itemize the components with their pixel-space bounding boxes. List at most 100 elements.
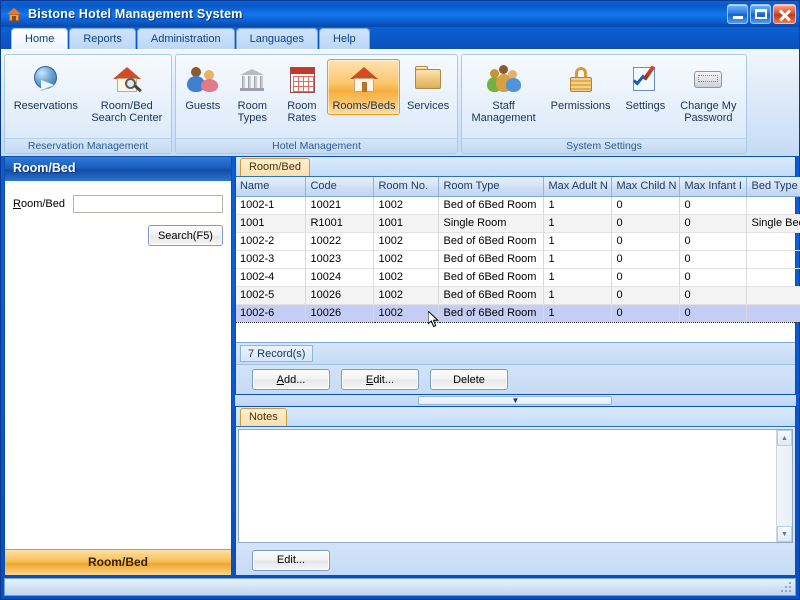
column-header-room-type[interactable]: Room Type (439, 177, 544, 196)
notes-panel: Notes ▲ ▼ Edit... (235, 406, 796, 576)
notes-tab-strip: Notes (236, 407, 795, 427)
notes-text[interactable] (239, 430, 776, 542)
house-magnifier-icon (109, 63, 145, 97)
table-cell-max-child: 0 (612, 250, 680, 268)
ribbon-button-settings[interactable]: Settings (621, 59, 671, 115)
ribbon-group-title-system-settings: System Settings (462, 138, 746, 153)
table-row[interactable]: 1002-6100261002Bed of 6Bed Room100 (236, 304, 800, 322)
table-cell-max-child: 0 (612, 232, 680, 250)
splitter-handle[interactable]: ▼ (418, 396, 612, 405)
edit-button[interactable]: Edit... (341, 369, 419, 390)
ribbon-group-reservation-management: Reservations Room/Bed Search Center Rese… (4, 54, 172, 154)
notes-button-bar: Edit... (236, 545, 795, 575)
ribbon-button-rooms-beds-label: Rooms/Beds (332, 100, 395, 112)
application-window: Bistone Hotel Management System Home Rep… (0, 0, 800, 600)
ribbon-button-guests[interactable]: Guests (179, 59, 227, 115)
table-cell-room-type: Single Room (439, 214, 544, 232)
ribbon-button-room-bed-search-center[interactable]: Room/Bed Search Center (86, 59, 167, 127)
ribbon-group-title-reservation-management: Reservation Management (5, 138, 171, 153)
maximize-button[interactable] (750, 4, 771, 24)
ribbon-group-hotel-management: Guests Room Types Room Rates Room (175, 54, 458, 154)
window-title: Bistone Hotel Management System (28, 7, 243, 21)
menu-tab-home[interactable]: Home (11, 28, 68, 49)
table-cell-room-no: 1002 (374, 268, 439, 286)
table-cell-name: 1002-4 (236, 268, 306, 286)
scroll-up-button[interactable]: ▲ (777, 430, 792, 446)
minimize-button[interactable] (727, 4, 748, 24)
ribbon-button-room-rates[interactable]: Room Rates (278, 59, 326, 127)
title-bar: Bistone Hotel Management System (1, 1, 799, 27)
ribbon-button-services[interactable]: Services (402, 59, 454, 115)
table-cell-room-no: 1002 (374, 286, 439, 304)
table-cell-max-adult: 1 (544, 268, 612, 286)
table-cell-room-type: Bed of 6Bed Room (439, 268, 544, 286)
table-cell-max-child: 0 (612, 196, 680, 214)
table-row[interactable]: 1002-3100231002Bed of 6Bed Room100 (236, 250, 800, 268)
notes-textbox[interactable]: ▲ ▼ (238, 429, 793, 543)
table-cell-max-infant: 0 (680, 250, 747, 268)
room-bed-field-label: Room/Bed (13, 198, 65, 210)
column-header-bed-type[interactable]: Bed Type (747, 177, 800, 196)
padlock-icon (563, 63, 599, 97)
keyboard-icon (690, 63, 726, 97)
table-cell-name: 1002-6 (236, 304, 306, 322)
ribbon-button-change-my-password-label: Change My Password (680, 100, 736, 124)
ribbon-button-guests-label: Guests (185, 100, 220, 112)
close-button[interactable] (773, 4, 796, 24)
table-row[interactable]: 1001R10011001Single Room100Single Bed (236, 214, 800, 232)
notes-edit-button[interactable]: Edit... (252, 550, 330, 571)
ribbon-button-services-label: Services (407, 100, 449, 112)
table-cell-room-no: 1002 (374, 304, 439, 322)
column-header-code[interactable]: Code (306, 177, 374, 196)
table-cell-bed-type (747, 250, 800, 268)
tab-room-bed[interactable]: Room/Bed (240, 158, 310, 176)
resize-grip-icon[interactable] (779, 580, 793, 594)
ribbon-button-permissions[interactable]: Permissions (546, 59, 616, 115)
folder-icon (410, 63, 446, 97)
room-bed-search-input[interactable] (73, 195, 223, 213)
table-cell-max-child: 0 (612, 304, 680, 322)
ribbon-button-change-my-password[interactable]: Change My Password (675, 59, 741, 127)
search-button[interactable]: Search(F5) (148, 225, 223, 246)
menu-tab-languages[interactable]: Languages (236, 28, 318, 49)
ribbon-button-room-types[interactable]: Room Types (228, 59, 276, 127)
column-header-name[interactable]: Name (236, 177, 306, 196)
sidebar-item-room-bed[interactable]: Room/Bed (5, 549, 231, 575)
status-bar (4, 578, 796, 596)
sidebar-body: Room/Bed Search(F5) (5, 181, 231, 549)
ribbon-button-permissions-label: Permissions (551, 100, 611, 112)
column-header-max-child[interactable]: Max Child N (612, 177, 680, 196)
add-button[interactable]: Add... (252, 369, 330, 390)
table-cell-room-no: 1002 (374, 232, 439, 250)
table-cell-name: 1002-3 (236, 250, 306, 268)
right-pane: Room/Bed Name Code Room No. (235, 156, 796, 576)
table-cell-bed-type (747, 286, 800, 304)
menu-tab-administration[interactable]: Administration (137, 28, 235, 49)
table-cell-max-infant: 0 (680, 232, 747, 250)
table-row[interactable]: 1002-5100261002Bed of 6Bed Room100 (236, 286, 800, 304)
ribbon-button-reservations[interactable]: Reservations (9, 59, 83, 115)
notes-scrollbar[interactable]: ▲ ▼ (776, 430, 792, 542)
table-row[interactable]: 1002-1100211002Bed of 6Bed Room100 (236, 196, 800, 214)
ribbon-button-staff-management-label: Staff Management (471, 100, 535, 124)
menu-tab-reports[interactable]: Reports (69, 28, 136, 49)
table-cell-room-type: Bed of 6Bed Room (439, 250, 544, 268)
checklist-pen-icon (627, 63, 663, 97)
table-cell-bed-type (747, 304, 800, 322)
column-header-max-adult[interactable]: Max Adult N (544, 177, 612, 196)
menu-tab-help[interactable]: Help (319, 28, 370, 49)
column-header-room-no[interactable]: Room No. (374, 177, 439, 196)
calendar-icon (284, 63, 320, 97)
panel-splitter[interactable]: ▼ (235, 395, 796, 406)
ribbon-button-rooms-beds[interactable]: Rooms/Beds (327, 59, 400, 115)
scroll-down-button[interactable]: ▼ (777, 526, 792, 542)
ribbon-button-staff-management[interactable]: Staff Management (466, 59, 540, 127)
table-body: 1002-1100211002Bed of 6Bed Room1001001R1… (236, 196, 800, 322)
tab-notes[interactable]: Notes (240, 408, 287, 426)
main-content-area: Room/Bed Room/Bed Search(F5) Room/Bed Ro… (1, 156, 799, 576)
table-cell-name: 1002-2 (236, 232, 306, 250)
column-header-max-infant[interactable]: Max Infant I (680, 177, 747, 196)
table-row[interactable]: 1002-2100221002Bed of 6Bed Room100 (236, 232, 800, 250)
delete-button[interactable]: Delete (430, 369, 508, 390)
table-row[interactable]: 1002-4100241002Bed of 6Bed Room100 (236, 268, 800, 286)
